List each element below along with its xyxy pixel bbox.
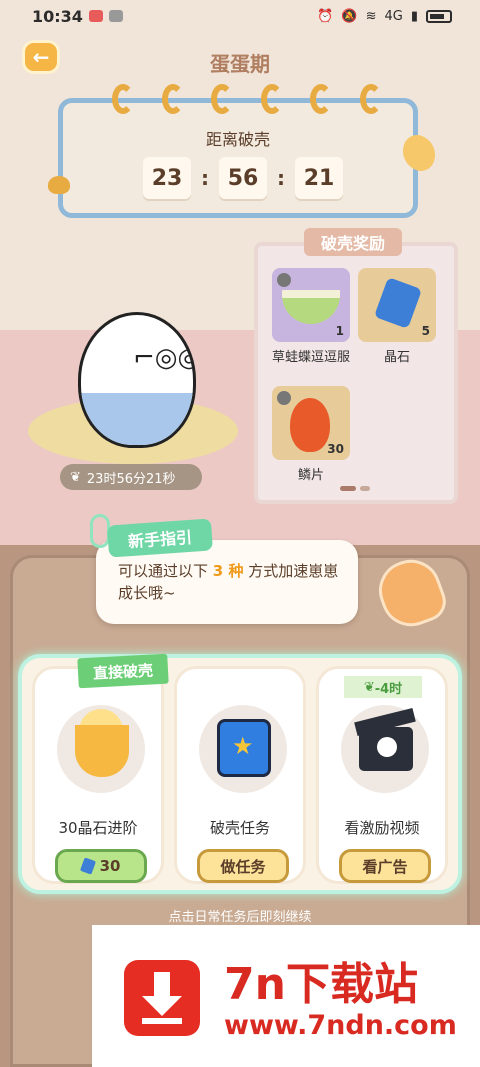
- direct-hatch-badge: 直接破壳: [77, 653, 169, 689]
- countdown-label: 距离破壳: [205, 130, 270, 149]
- page-title: 蛋蛋期: [210, 52, 270, 76]
- reward-item-outfit[interactable]: 1 草蛙蝶逗逗服: [272, 268, 350, 365]
- timer-separator: :: [201, 166, 209, 190]
- reward-name: 晶石: [383, 350, 410, 365]
- crystal-upgrade-button[interactable]: 30: [55, 849, 147, 883]
- reward-name: 鳞片: [297, 468, 324, 483]
- watermark-logo: [124, 960, 200, 1036]
- guide-text-before: 可以通过以下: [118, 562, 209, 580]
- guide-highlight: 3 种: [212, 562, 244, 580]
- option-watch-video: 看激励视频 看广告: [316, 666, 448, 884]
- leaf-icon: ❦: [70, 469, 81, 485]
- mute-icon: 🔕: [341, 8, 358, 24]
- signal-icon: ▮: [410, 8, 418, 24]
- reward-qty: 5: [421, 324, 430, 338]
- watch-ad-button[interactable]: 看广告: [339, 849, 431, 883]
- page-dot: [360, 486, 370, 491]
- network-label: 4G: [384, 8, 403, 24]
- watermark-url: www.7ndn.com: [224, 1010, 457, 1041]
- ring-icon: [211, 84, 234, 114]
- countdown-timer: 23 : 56 : 21: [143, 157, 343, 199]
- hatch-timer-pill: ❦ 23时56分21秒: [60, 464, 202, 490]
- reward-qty: 1: [335, 324, 344, 338]
- ring-icon: [310, 84, 333, 114]
- timer-separator: :: [277, 166, 285, 190]
- guide-text: 可以通过以下 3 种 方式加速崽崽成长哦~: [118, 560, 348, 604]
- status-time: 10:34: [32, 6, 83, 26]
- footer-hint: 点击日常任务后即刻继续: [168, 910, 312, 925]
- option-label: 30晶石进阶: [58, 819, 138, 837]
- hatch-time-text: 23时56分21秒: [86, 471, 176, 487]
- time-reduction-badge: ❦ -4时: [344, 676, 422, 698]
- ring-icon: [161, 84, 184, 114]
- reward-qty: 30: [327, 442, 344, 456]
- clapperboard-icon: [359, 727, 413, 771]
- outfit-icon: [282, 290, 340, 324]
- crystal-icon: [79, 857, 96, 875]
- cracked-egg-icon: [75, 725, 129, 777]
- task-book-icon: ★: [217, 719, 271, 777]
- option-icon-circle: [341, 705, 429, 793]
- watermark-title: 7n下载站: [224, 959, 418, 1010]
- crystal-icon: [373, 277, 423, 329]
- pet-egg[interactable]: ⌐◎◎: [78, 312, 196, 448]
- option-hatch-task: ★ 破壳任务 做任务: [174, 666, 306, 884]
- option-icon-circle: [57, 705, 145, 793]
- wechat-icon: [108, 10, 123, 22]
- option-label: 破壳任务: [209, 819, 270, 837]
- do-task-button[interactable]: 做任务: [197, 849, 289, 883]
- star-icon: ★: [232, 732, 254, 760]
- leaf-icon: ❦: [363, 679, 375, 695]
- magnifier-icon[interactable]: [277, 391, 291, 405]
- battery-icon: [426, 9, 452, 23]
- timer-minutes: 56: [219, 157, 267, 199]
- ring-icon: [112, 84, 134, 114]
- button-label: 30: [99, 857, 121, 875]
- scale-icon: [290, 398, 330, 452]
- wifi-icon: ≋: [365, 8, 377, 24]
- reward-page-indicator: [340, 486, 370, 491]
- board-rings: [112, 84, 382, 114]
- app-notification-icon: [88, 10, 103, 22]
- reward-item-box: 30: [272, 386, 350, 460]
- reward-title: 破壳奖励: [304, 228, 402, 256]
- reward-item-scale[interactable]: 30 鳞片: [272, 386, 350, 483]
- option-label: 看激励视频: [344, 819, 420, 837]
- ring-icon: [260, 84, 283, 114]
- reward-item-box: 1: [272, 268, 350, 342]
- heart-decoration-icon: [48, 176, 70, 194]
- glasses-icon: ⌐◎◎: [133, 343, 196, 373]
- play-icon: [377, 737, 397, 757]
- page-dot-active: [340, 486, 356, 491]
- reward-item-crystal[interactable]: 5 晶石: [358, 268, 436, 365]
- timer-seconds: 21: [295, 157, 343, 199]
- ring-icon: [359, 84, 382, 114]
- reward-name: 草蛙蝶逗逗服: [272, 350, 351, 365]
- status-bar: 10:34 ⏰ 🔕 ≋ 4G ▮: [0, 0, 480, 32]
- reward-item-box: 5: [358, 268, 436, 342]
- badge-text: -4时: [374, 681, 403, 697]
- download-arrow-icon: [142, 972, 182, 1024]
- option-icon-circle: ★: [199, 705, 287, 793]
- magnifier-icon[interactable]: [277, 273, 291, 287]
- option-direct-hatch: 30晶石进阶 30: [32, 666, 164, 884]
- timer-hours: 23: [143, 157, 191, 199]
- alarm-icon: ⏰: [317, 8, 334, 24]
- egg-shell-bottom: [81, 393, 193, 445]
